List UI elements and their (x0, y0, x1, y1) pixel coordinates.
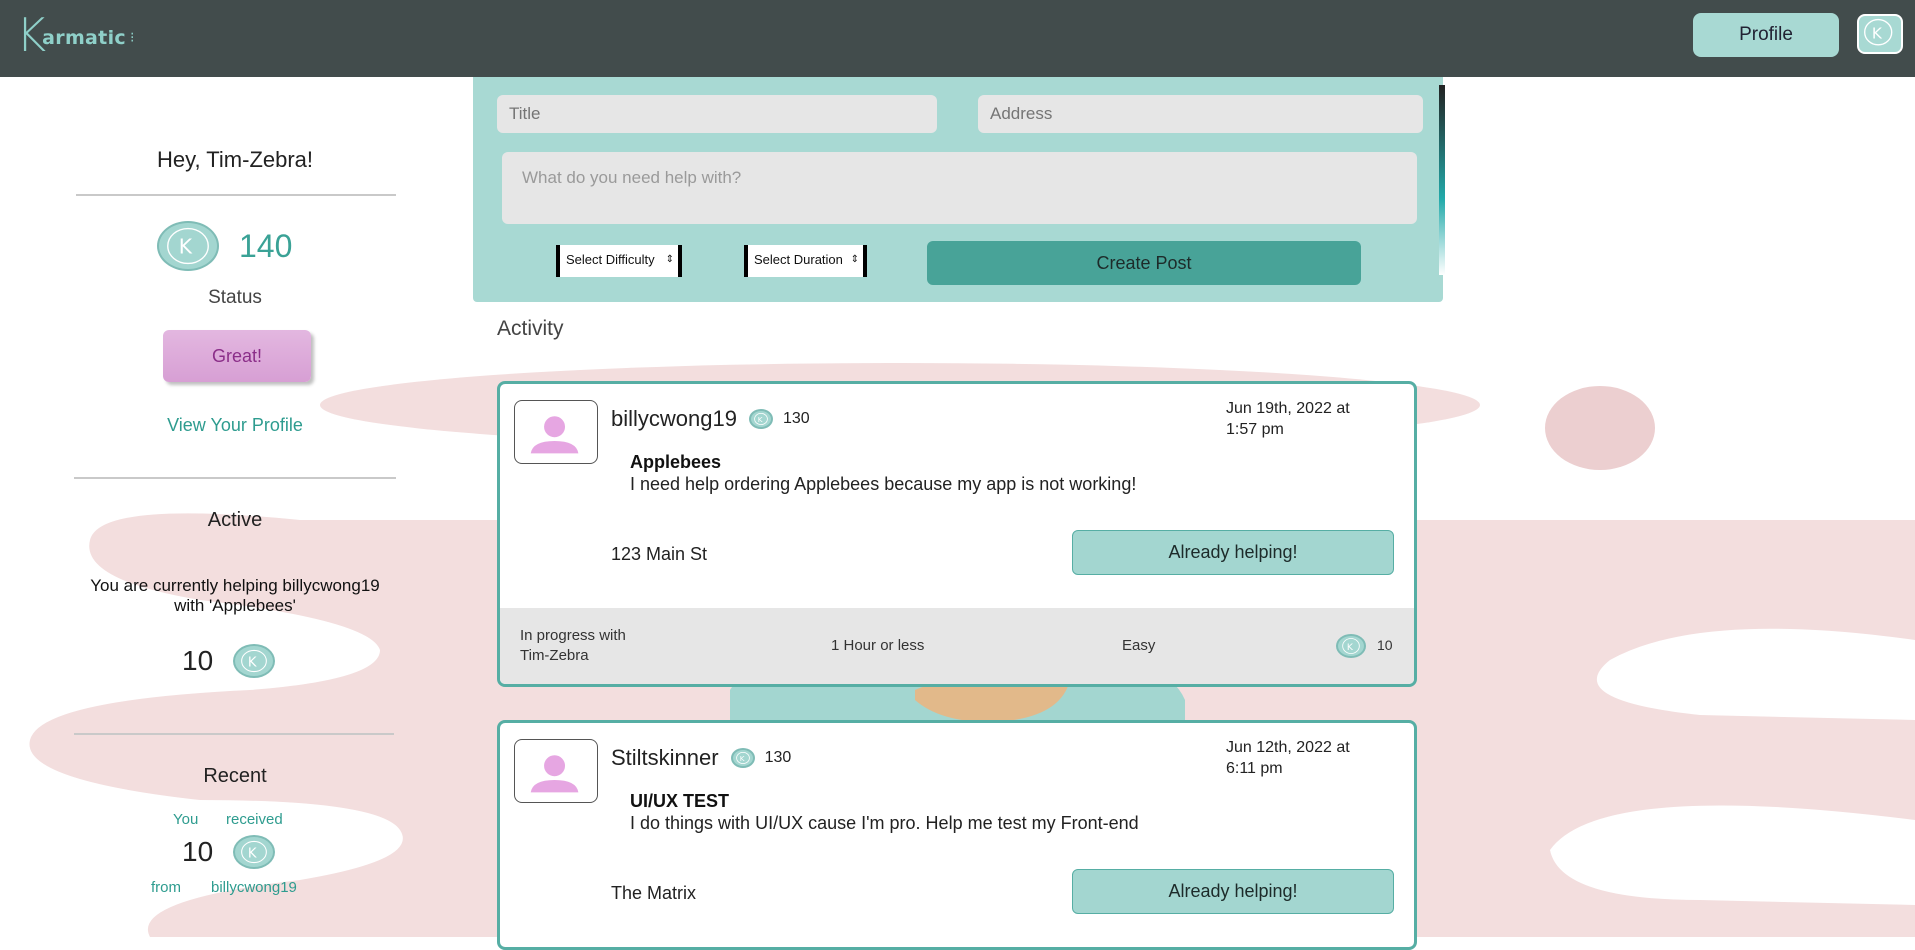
active-title: Active (207, 509, 263, 531)
title-input[interactable] (497, 95, 937, 133)
poster-points: 130 (782, 410, 810, 427)
post-date-line-1: Jun 12th, 2022 at (1226, 739, 1350, 756)
poster-avatar[interactable] (514, 739, 598, 803)
status-badge: Great! (163, 330, 311, 382)
already-helping-button[interactable]: Already helping! (1072, 530, 1394, 575)
panel-edge (1439, 85, 1445, 275)
svg-text:K: K (739, 754, 744, 763)
recent-amount: 10 K (182, 835, 276, 869)
post-address: The Matrix (611, 883, 697, 903)
svg-text:K: K (248, 655, 257, 670)
address-input[interactable] (978, 95, 1423, 133)
recent-amount-value: 10 (182, 836, 214, 867)
karmatic-logo[interactable]: K armatic ⁝ (16, 10, 134, 60)
recent-from: from (151, 879, 181, 896)
duration-select-label: Select Duration (754, 252, 843, 267)
svg-text:K: K (248, 846, 257, 861)
divider (76, 194, 396, 196)
post-difficulty: Easy (1122, 637, 1156, 654)
points-display: K 140 (157, 221, 292, 271)
post-date: Jun 19th, 2022 at 1:57 pm (1226, 398, 1396, 440)
active-reward: 10 K (182, 644, 276, 678)
recent-received: received (226, 811, 283, 828)
points-value: 140 (239, 227, 293, 264)
poster-username: billycwong19 (611, 406, 737, 431)
create-post-button[interactable]: Create Post (927, 241, 1361, 285)
sidebar: Hey, Tim-Zebra! K 140 Status Great! View… (0, 77, 470, 937)
karma-coin-icon: K (748, 409, 773, 429)
post-date-line-2: 1:57 pm (1226, 421, 1284, 438)
svg-text:K: K (179, 234, 193, 258)
svg-text:K: K (1872, 25, 1883, 43)
difficulty-select-label: Select Difficulty (566, 252, 655, 267)
active-reward-value: 10 (182, 645, 214, 676)
helping-line-2: with 'Applebees' (174, 596, 296, 615)
help-details-textarea[interactable]: What do you need help with? (502, 152, 1417, 224)
post-reward: 10 (1377, 637, 1393, 653)
logo-dots-icon: ⁝ (129, 30, 135, 46)
user-avatar-icon[interactable]: K (1857, 14, 1903, 54)
post-address: 123 Main St (611, 544, 708, 564)
status-label: Status (208, 287, 262, 308)
karma-coin-icon: K (233, 644, 276, 678)
post-card: Stiltskinner K 130 Jun 12th, 2022 at 6:1… (497, 720, 1417, 950)
helping-line-1: You are currently helping billycwong19 (90, 576, 380, 595)
post-body: I need help ordering Applebees because m… (630, 474, 1137, 494)
poster-name[interactable]: billycwong19 K 130 (611, 406, 810, 432)
post-date-line-1: Jun 19th, 2022 at (1226, 400, 1350, 417)
duration-select[interactable]: Select Duration ⇕ (744, 245, 867, 277)
post-title: Applebees (630, 452, 722, 472)
recent-user-link[interactable]: billycwong19 (211, 879, 297, 896)
post-progress-status: In progress with Tim-Zebra (520, 626, 626, 666)
create-post-form: What do you need help with? Select Diffi… (473, 77, 1445, 302)
poster-username: Stiltskinner (611, 745, 719, 770)
profile-button[interactable]: Profile (1693, 13, 1839, 57)
navbar: K armatic ⁝ Profile K (0, 0, 1915, 77)
post-card: billycwong19 K 130 Jun 19th, 2022 at 1:5… (497, 381, 1417, 687)
recent-title: Recent (203, 765, 267, 787)
post-footer: In progress with Tim-Zebra 1 Hour or les… (500, 608, 1414, 684)
logo-text: armatic (42, 27, 126, 49)
svg-text:K: K (758, 415, 763, 424)
greeting: Hey, Tim-Zebra! (156, 147, 314, 172)
post-duration: 1 Hour or less (831, 637, 925, 654)
divider (74, 477, 396, 479)
karma-coin-icon: K (157, 221, 219, 271)
post-progress-line-2: Tim-Zebra (520, 647, 589, 664)
view-profile-link[interactable]: View Your Profile (0, 415, 470, 436)
post-progress-line-1: In progress with (520, 627, 626, 644)
select-arrows-icon: ⇕ (850, 254, 859, 265)
active-helping-text: You are currently helping billycwong19 w… (40, 576, 430, 616)
activity-heading: Activity (497, 317, 564, 340)
post-date-line-2: 6:11 pm (1226, 760, 1283, 777)
karma-coin-icon: K (233, 835, 276, 869)
already-helping-button[interactable]: Already helping! (1072, 869, 1394, 914)
svg-text:K: K (1347, 642, 1354, 653)
difficulty-select[interactable]: Select Difficulty ⇕ (556, 245, 682, 277)
divider (74, 733, 394, 735)
post-date: Jun 12th, 2022 at 6:11 pm (1226, 737, 1396, 779)
karma-coin-icon: K (730, 748, 755, 768)
recent-you: You (173, 811, 199, 828)
post-body: I do things with UI/UX cause I'm pro. He… (630, 813, 1139, 833)
poster-avatar[interactable] (514, 400, 598, 464)
poster-name[interactable]: Stiltskinner K 130 (611, 745, 791, 771)
karma-coin-icon: K (1336, 634, 1366, 658)
post-title: UI/UX TEST (630, 791, 730, 811)
select-arrows-icon: ⇕ (665, 254, 674, 265)
poster-points: 130 (764, 749, 792, 766)
